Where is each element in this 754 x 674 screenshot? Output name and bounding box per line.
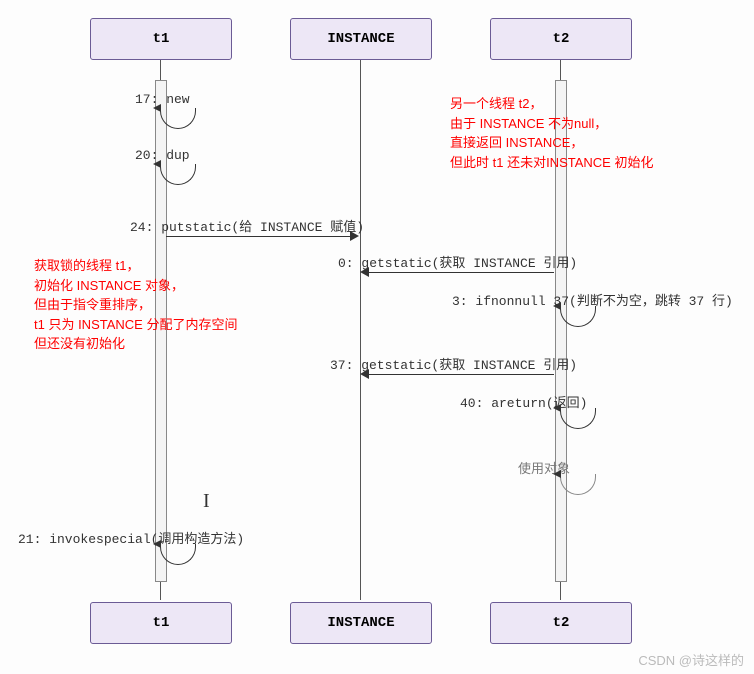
note-line: 由于 INSTANCE 不为null， xyxy=(450,114,653,134)
watermark: CSDN @诗这样的 xyxy=(638,650,744,669)
participant-t1-top: t1 xyxy=(90,18,232,60)
text-cursor-icon: I xyxy=(203,490,210,513)
sequence-diagram: t1 INSTANCE t2 17: new 20: dup 另一个线程 t2，… xyxy=(0,0,754,674)
lifeline-instance xyxy=(360,60,361,600)
participant-label: t1 xyxy=(153,615,170,631)
participant-label: INSTANCE xyxy=(327,615,394,631)
arrow-head-getstatic37 xyxy=(360,369,369,379)
note-line: 获取锁的线程 t1， xyxy=(34,256,237,276)
note-left: 获取锁的线程 t1， 初始化 INSTANCE 对象， 但由于指令重排序， t1… xyxy=(34,256,237,354)
participant-t1-bottom: t1 xyxy=(90,602,232,644)
arrow-head-putstatic xyxy=(350,231,359,241)
participant-t2-bottom: t2 xyxy=(490,602,632,644)
note-line: 但还没有初始化 xyxy=(34,334,237,354)
msg-dup: 20: dup xyxy=(135,148,190,163)
note-right: 另一个线程 t2， 由于 INSTANCE 不为null， 直接返回 INSTA… xyxy=(450,94,653,172)
note-line: 初始化 INSTANCE 对象， xyxy=(34,276,237,296)
msg-invokespecial: 21: invokespecial(调用构造方法) xyxy=(18,528,244,547)
participant-instance-top: INSTANCE xyxy=(290,18,432,60)
participant-label: t2 xyxy=(553,615,570,631)
arrow-getstatic0 xyxy=(368,272,554,273)
arrow-head-getstatic0 xyxy=(360,267,369,277)
msg-putstatic: 24: putstatic(给 INSTANCE 赋值) xyxy=(130,216,364,235)
participant-label: t2 xyxy=(553,31,570,47)
msg-new: 17: new xyxy=(135,92,190,107)
arrow-putstatic xyxy=(166,236,351,237)
note-line: 直接返回 INSTANCE， xyxy=(450,133,653,153)
participant-label: INSTANCE xyxy=(327,31,394,47)
note-line: 但由于指令重排序， xyxy=(34,295,237,315)
participant-label: t1 xyxy=(153,31,170,47)
note-line: 但此时 t1 还未对INSTANCE 初始化 xyxy=(450,153,653,173)
arrow-getstatic37 xyxy=(368,374,554,375)
note-line: t1 只为 INSTANCE 分配了内存空间 xyxy=(34,315,237,335)
participant-instance-bottom: INSTANCE xyxy=(290,602,432,644)
msg-getstatic0: 0: getstatic(获取 INSTANCE 引用) xyxy=(338,252,577,271)
note-line: 另一个线程 t2， xyxy=(450,94,653,114)
participant-t2-top: t2 xyxy=(490,18,632,60)
